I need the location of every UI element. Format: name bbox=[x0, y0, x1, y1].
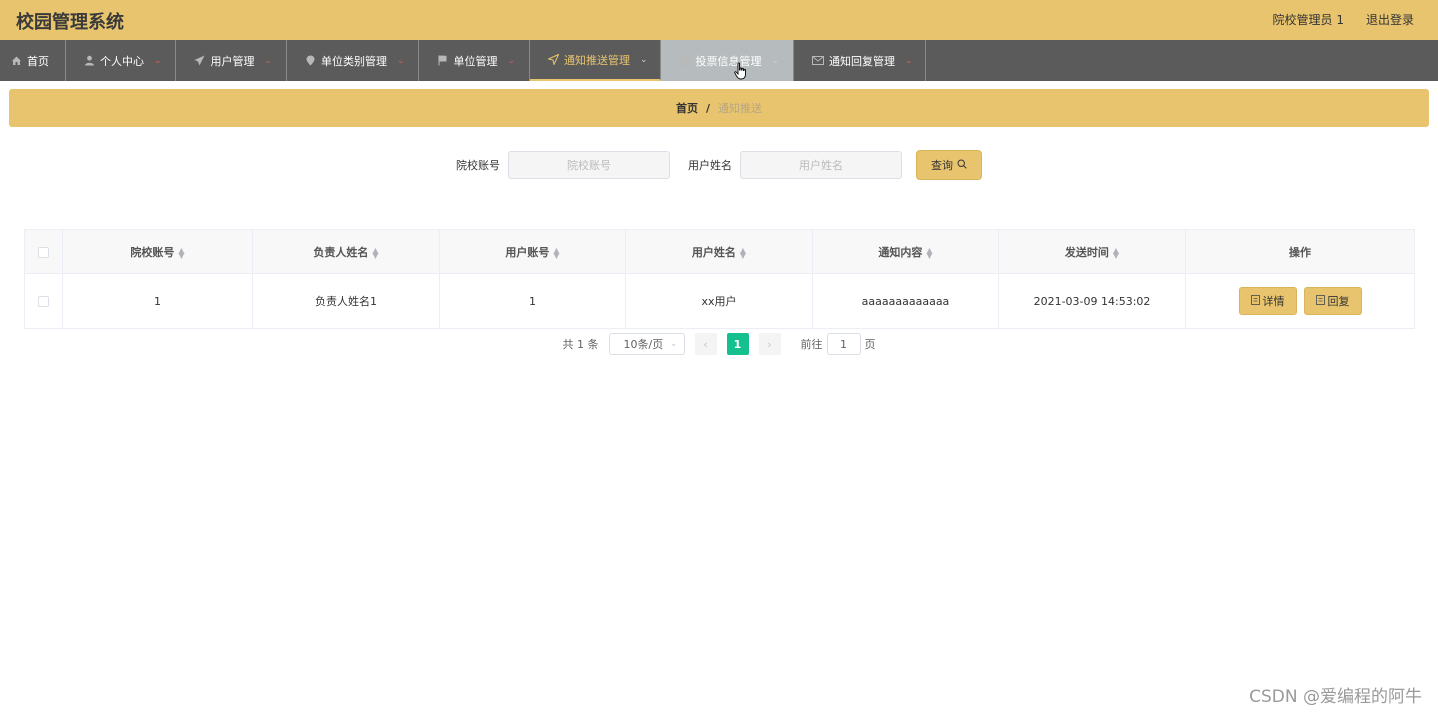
nav-item-unit-category[interactable]: 单位类别管理 ⌄ bbox=[287, 40, 419, 81]
app-title: 校园管理系统 bbox=[16, 12, 124, 33]
page-size-select[interactable]: 10条/页 ⌄ bbox=[608, 333, 685, 355]
nav-item-units[interactable]: 单位管理 ⌄ bbox=[419, 40, 530, 81]
grid-icon bbox=[679, 55, 690, 67]
school-account-input[interactable] bbox=[508, 151, 670, 179]
nav-label: 投票信息管理 bbox=[695, 54, 762, 68]
watermark: CSDN @爱编程的阿牛 bbox=[1249, 687, 1422, 707]
next-page-button[interactable]: › bbox=[758, 333, 781, 355]
user-icon bbox=[84, 55, 95, 67]
goto-label: 前往 bbox=[800, 338, 823, 351]
reply-button[interactable]: 回复 bbox=[1303, 287, 1362, 315]
sort-icon[interactable]: ▲ ▼ bbox=[1113, 246, 1119, 259]
select-all-checkbox[interactable] bbox=[38, 246, 49, 258]
nav-label: 首页 bbox=[27, 54, 49, 68]
table-row: 1 负责人姓名1 1 xx用户 aaaaaaaaaaaaa 2021-03-09… bbox=[24, 273, 1415, 329]
column-header[interactable]: 院校账号 ▲ ▼ bbox=[62, 229, 253, 274]
chevron-right-icon: › bbox=[767, 337, 772, 351]
mouse-pointer-icon bbox=[734, 62, 746, 80]
sort-icon[interactable]: ▲ ▼ bbox=[372, 246, 378, 259]
header-actions: 院校管理员 1 退出登录 bbox=[1273, 11, 1414, 28]
column-header[interactable]: 用户账号 ▲ ▼ bbox=[439, 229, 626, 274]
mail-icon bbox=[812, 55, 824, 67]
chevron-down-icon: ⌄ bbox=[507, 55, 515, 66]
nav-label: 单位管理 bbox=[453, 54, 498, 68]
row-checkbox[interactable] bbox=[38, 296, 49, 307]
detail-button[interactable]: 详情 bbox=[1238, 287, 1297, 315]
actions-cell: 详情 回复 bbox=[1185, 273, 1415, 329]
send-icon bbox=[548, 54, 559, 66]
chevron-left-icon: ‹ bbox=[703, 337, 708, 351]
nav-item-notice-reply[interactable]: 通知回复管理 ⌄ bbox=[794, 40, 926, 81]
nav-label: 通知推送管理 bbox=[564, 53, 630, 67]
column-header[interactable]: 负责人姓名 ▲ ▼ bbox=[252, 229, 440, 274]
breadcrumb-current: 通知推送 bbox=[718, 102, 763, 115]
column-header[interactable]: 发送时间 ▲ ▼ bbox=[998, 229, 1186, 274]
breadcrumb-home[interactable]: 首页 bbox=[676, 100, 698, 116]
goto-suffix: 页 bbox=[864, 338, 876, 351]
current-user[interactable]: 院校管理员 1 bbox=[1273, 11, 1344, 28]
column-header[interactable]: 通知内容 ▲ ▼ bbox=[812, 229, 999, 274]
top-header: 校园管理系统 院校管理员 1 退出登录 bbox=[0, 0, 1438, 40]
nav-label: 单位类别管理 bbox=[321, 54, 387, 68]
school-account-label: 院校账号 bbox=[456, 159, 500, 172]
nav-item-vote-info[interactable]: 投票信息管理 ⌄ bbox=[661, 40, 794, 81]
user-name-input[interactable] bbox=[740, 151, 902, 179]
nav-label: 用户管理 bbox=[210, 54, 255, 68]
home-icon bbox=[10, 55, 22, 67]
nav-item-profile[interactable]: 个人中心 ⌄ bbox=[66, 40, 176, 81]
document-icon bbox=[1250, 294, 1260, 308]
breadcrumb-separator: / bbox=[705, 101, 711, 115]
pagination: 共 1 条 10条/页 ⌄ ‹ 1 › 前往 页 bbox=[9, 333, 1429, 355]
table-cell: 负责人姓名1 bbox=[252, 273, 440, 329]
chevron-down-icon: ⌄ bbox=[397, 55, 405, 66]
search-button-label: 查询 bbox=[931, 159, 953, 172]
table-cell: 2021-03-09 14:53:02 bbox=[998, 273, 1186, 329]
chevron-down-icon: ⌄ bbox=[771, 55, 779, 66]
paper-plane-icon bbox=[194, 55, 205, 67]
search-icon bbox=[957, 158, 967, 172]
goto-page: 前往 页 bbox=[801, 333, 876, 355]
page-number-current[interactable]: 1 bbox=[726, 333, 749, 355]
breadcrumb: 首页 / 通知推送 bbox=[9, 89, 1429, 127]
column-header: 操作 bbox=[1185, 229, 1415, 274]
chevron-down-icon: ⌄ bbox=[640, 54, 648, 65]
nav-item-users[interactable]: 用户管理 ⌄ bbox=[176, 40, 287, 81]
nav-label: 通知回复管理 bbox=[829, 54, 895, 68]
document-icon bbox=[1315, 294, 1325, 308]
sort-icon[interactable]: ▲ ▼ bbox=[178, 246, 184, 259]
table-cell: 1 bbox=[439, 273, 626, 329]
sort-icon[interactable]: ▲ ▼ bbox=[553, 246, 559, 259]
content-panel: 院校账号 用户姓名 查询 院校账号▲▼ 负责人姓名▲▼ 用户账号▲▼ 用户姓名▲… bbox=[9, 135, 1429, 370]
chevron-down-icon: ⌄ bbox=[264, 55, 272, 66]
nav-item-home[interactable]: 首页 bbox=[0, 40, 66, 81]
flag-icon bbox=[437, 55, 448, 67]
table-cell: aaaaaaaaaaaaa bbox=[812, 273, 999, 329]
chevron-down-icon: ⌄ bbox=[154, 55, 162, 66]
prev-page-button[interactable]: ‹ bbox=[694, 333, 717, 355]
column-header[interactable]: 用户姓名 ▲ ▼ bbox=[625, 229, 813, 274]
data-table: 院校账号 ▲ ▼ 负责人姓名 ▲ ▼ 用户账号 ▲ ▼ 用户姓名 ▲ ▼ 通知内容 ▲ ▼ 发送时间… bbox=[24, 229, 1415, 329]
table-cell: xx用户 bbox=[625, 273, 813, 329]
main-nav: 首页 个人中心 ⌄ 用户管理 ⌄ 单位类别管理 ⌄ 单位管理 ⌄ 通知推送管理 … bbox=[0, 40, 1438, 81]
detail-button-label: 详情 bbox=[1262, 295, 1285, 308]
chevron-down-icon: ⌄ bbox=[669, 339, 678, 349]
nav-item-notice-push[interactable]: 通知推送管理 ⌄ bbox=[530, 40, 661, 81]
goto-page-input[interactable] bbox=[826, 333, 861, 355]
chevron-down-icon: ⌄ bbox=[905, 55, 913, 66]
map-pin-icon bbox=[305, 55, 316, 67]
table-header-row: 院校账号 ▲ ▼ 负责人姓名 ▲ ▼ 用户账号 ▲ ▼ 用户姓名 ▲ ▼ 通知内容 ▲ ▼ 发送时间… bbox=[24, 229, 1415, 274]
search-form: 院校账号 用户姓名 查询 bbox=[9, 150, 1429, 180]
table-cell: 1 bbox=[62, 273, 253, 329]
select-all-cell bbox=[24, 229, 63, 274]
pagination-total: 共 1 条 bbox=[562, 338, 599, 351]
logout-link[interactable]: 退出登录 bbox=[1366, 11, 1414, 28]
row-select-cell bbox=[24, 273, 63, 329]
search-button[interactable]: 查询 bbox=[916, 150, 982, 180]
page-size-value: 10条/页 bbox=[623, 338, 664, 351]
user-name-label: 用户姓名 bbox=[688, 159, 732, 172]
sort-icon[interactable]: ▲ ▼ bbox=[740, 246, 746, 259]
reply-button-label: 回复 bbox=[1327, 295, 1350, 308]
nav-label: 个人中心 bbox=[100, 54, 144, 68]
sort-icon[interactable]: ▲ ▼ bbox=[926, 246, 932, 259]
